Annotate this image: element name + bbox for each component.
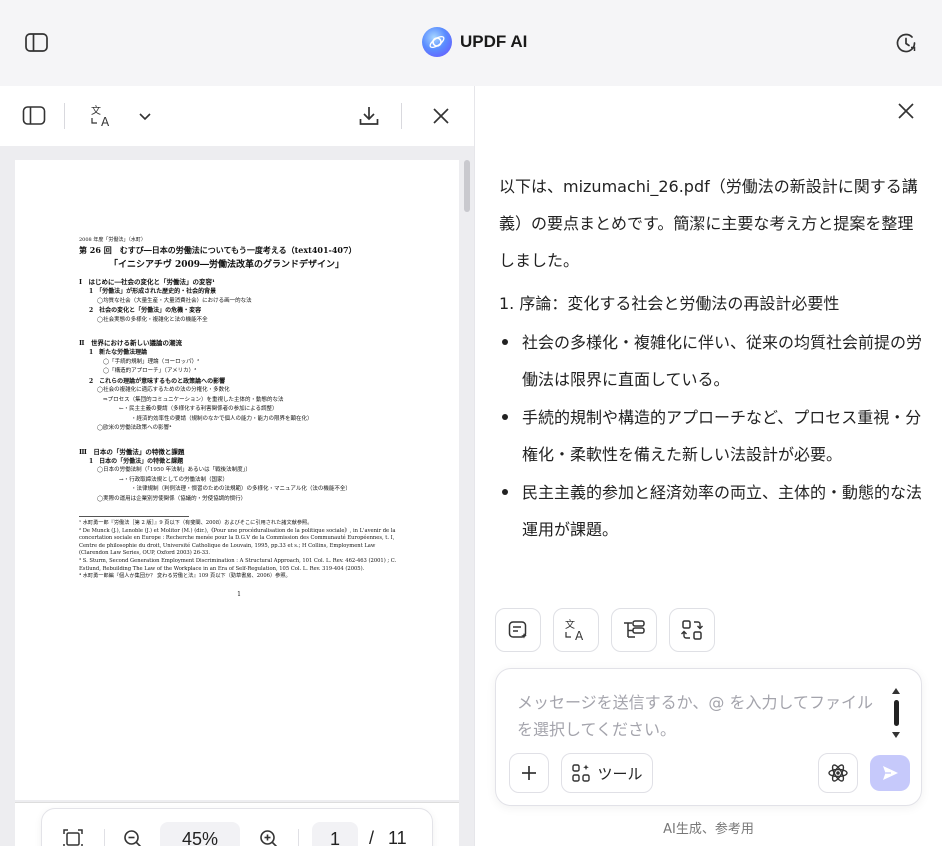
- svg-text:A: A: [575, 629, 584, 642]
- chevron-down-icon[interactable]: [138, 104, 152, 128]
- doc-line: 1 日本の「労働法」の特徴と課題: [89, 457, 184, 465]
- doc-line: ◯社会実態の多様化・複雑化と法の機能不全: [97, 316, 208, 323]
- translate-icon[interactable]: 文A: [90, 104, 114, 128]
- fit-page-icon[interactable]: [60, 826, 86, 846]
- vertical-scrollbar[interactable]: [464, 160, 470, 212]
- doc-footnotes: ¹ 水町勇一郎『労働法［第 2 版］』9 頁以下（有斐閣、2008）およびそこに…: [79, 520, 399, 581]
- toolbar-divider: [64, 103, 65, 129]
- ai-model-button[interactable]: [818, 753, 858, 793]
- doc-line: ◯社会の複雑化に適応するための法の分権化・多数化: [97, 387, 230, 393]
- doc-sections: Ⅰ はじめに―社会の変化と「労働法」の変容¹ 1 「労働法」が形成された歴史的・社…: [79, 277, 399, 504]
- svg-text:文: 文: [91, 104, 101, 117]
- doc-line: ◯「構造的アプローチ」（アメリカ）³: [103, 368, 197, 374]
- translate-button[interactable]: 文A: [553, 608, 599, 652]
- chat-input-box: メッセージを送信するか、@ を入力してファイルを選択してください。 ツール: [495, 668, 922, 806]
- doc-footnote: ² De Munck (J.), Lenoble (J.) et Molitor…: [79, 527, 396, 557]
- doc-line: 1 「労働法」が形成された歴史的・社会的背景: [89, 288, 217, 295]
- doc-line: ◯均質な社会（大量生産・大量消費社会）における画一的な法: [97, 297, 252, 304]
- doc-line: ←・民主主義の要請（多様化する利害関係者の参加による調整）: [119, 406, 278, 412]
- updf-ai-logo-icon: [422, 27, 452, 57]
- doc-lecture-title: 第 26 回 むすび―日本の労働法についてもう一度考える（text401-407…: [79, 245, 357, 255]
- ai-chat-panel: 以下は、mizumachi_26.pdf（労働法の新設計に関する講義）の要点まと…: [475, 86, 942, 846]
- outline-button[interactable]: [611, 608, 657, 652]
- doc-line: ◯日本の労働法制（「1950 年法制」あるいは「戦後法制度」）: [97, 467, 251, 473]
- tools-icon: [572, 764, 591, 782]
- doc-line: ⇒プロセス（集団的コミュニケーション）を重視した主体的・動態的な法: [103, 396, 284, 403]
- quick-actions: 文A: [495, 608, 715, 652]
- response-bullet-list: 社会の多様化・複雑化に伴い、従来の均質社会前提の労働法は限界に直面している。 手…: [499, 324, 927, 548]
- doc-line: Ⅱ 世界における新しい議論の潮流: [79, 339, 182, 347]
- doc-page-number: 1: [237, 590, 241, 598]
- doc-subtitle: 「イニシアチヴ 2009―労働法改革のグランドデザイン」: [109, 260, 345, 270]
- title-bar: UPDF AI: [0, 0, 942, 86]
- thumbnail-panel-icon[interactable]: [22, 104, 46, 128]
- outline-icon: [624, 620, 645, 638]
- app-title: UPDF AI: [460, 32, 528, 51]
- pdf-toolbar: 文A: [0, 86, 474, 146]
- footnote-divider: [79, 516, 189, 517]
- svg-text:文: 文: [565, 618, 575, 631]
- plus-icon: [522, 766, 536, 780]
- doc-line: ・法律規制（判例法理・慣習のための法規範）の多様化・マニュアル化（法の機能不全）: [131, 486, 351, 492]
- response-bullet: 民主主義的参加と経済効率の両立、主体的・動態的な法運用が課題。: [499, 474, 927, 548]
- tools-button[interactable]: ツール: [561, 753, 653, 793]
- summary-sparkle-icon: [508, 621, 527, 639]
- doc-footnote: ¹ 水町勇一郎『労働法［第 2 版］』9 頁以下（有斐閣、2008）およびそこに…: [79, 520, 313, 526]
- doc-line: 2 これらの理論が意味するものと政策論への影響: [89, 377, 226, 385]
- zoom-level[interactable]: 45%: [160, 822, 240, 846]
- close-pdf-icon[interactable]: [431, 104, 451, 128]
- zoom-out-icon[interactable]: [120, 826, 146, 846]
- doc-line: Ⅰ はじめに―社会の変化と「労働法」の変容¹: [79, 278, 215, 286]
- pdf-viewer[interactable]: 2008 年度「労働法」（水町） 第 26 回 むすび―日本の労働法についてもう…: [0, 146, 474, 846]
- current-page-input[interactable]: 1: [312, 822, 358, 846]
- download-icon[interactable]: [357, 104, 381, 128]
- pdf-page: 2008 年度「労働法」（水町） 第 26 回 むすび―日本の労働法についてもう…: [15, 160, 459, 800]
- atom-icon: [828, 764, 848, 782]
- toggle-sidebar-icon[interactable]: [24, 31, 50, 55]
- doc-line: ◯「手続的規制」理論（ヨーロッパ）²: [103, 358, 200, 365]
- zoom-divider: [104, 829, 105, 846]
- convert-button[interactable]: [669, 608, 715, 652]
- zoom-toolbar: 45% 1 / 11: [41, 808, 433, 846]
- message-input[interactable]: メッセージを送信するか、@ を入力してファイルを選択してください。: [517, 689, 877, 743]
- response-intro: 以下は、mizumachi_26.pdf（労働法の新設計に関する講義）の要点まと…: [499, 177, 918, 270]
- svg-text:A: A: [101, 115, 110, 128]
- doc-line: →・行政取締法規としての労働法制（国家）: [119, 476, 228, 483]
- convert-icon: [681, 620, 703, 640]
- doc-line: ◯欧米の労働法政策への影響⁴: [97, 425, 172, 431]
- history-icon[interactable]: [894, 31, 918, 55]
- summarize-button[interactable]: [495, 608, 541, 652]
- add-attachment-button[interactable]: [509, 753, 549, 793]
- doc-line: 2 社会の変化と「労働法」の危機・変容: [89, 307, 202, 314]
- ai-disclaimer: AI生成、参考用: [663, 822, 754, 837]
- resize-handle-icon[interactable]: [890, 687, 902, 739]
- doc-line: ・経済的効率性の要請（規制のなかで個人の能力・能力の限界を顕在化）: [131, 415, 313, 422]
- doc-footnote: ³ S. Sturm, Second Generation Employment…: [79, 557, 397, 572]
- response-section-heading: 1. 序論：変化する社会と労働法の再設計必要性: [499, 294, 840, 313]
- toolbar-divider: [401, 103, 402, 129]
- pdf-panel: 文A 2008 年度「労働法」（水町） 第 26 回 むすび―日本の労働法につい…: [0, 86, 475, 846]
- tools-label: ツール: [597, 764, 643, 783]
- response-bullet: 手続的規制や構造的アプローチなど、プロセス重視・分権化・柔軟性を備えた新しい法設…: [499, 399, 927, 473]
- doc-line: 1 新たな労働法理論: [89, 349, 148, 356]
- zoom-divider: [298, 829, 299, 846]
- zoom-in-icon[interactable]: [256, 826, 282, 846]
- translate-icon: 文A: [565, 618, 584, 642]
- total-pages: 11: [388, 828, 407, 846]
- ai-response: 以下は、mizumachi_26.pdf（労働法の新設計に関する講義）の要点まと…: [499, 168, 927, 549]
- page-separator: /: [369, 828, 375, 846]
- doc-line: Ⅲ 日本の「労働法」の特徴と課題: [79, 447, 185, 456]
- brand: UPDF AI: [422, 26, 527, 58]
- pdf-page-content: 2008 年度「労働法」（水町） 第 26 回 むすび―日本の労働法についてもう…: [79, 236, 399, 598]
- close-chat-icon[interactable]: [895, 100, 917, 122]
- doc-meta: 2008 年度「労働法」（水町）: [79, 237, 146, 243]
- response-bullet: 社会の多様化・複雑化に伴い、従来の均質社会前提の労働法は限界に直面している。: [499, 324, 927, 398]
- doc-line: ◯実際の運用は企業別労使関係（協議的・労使協調的慣行）: [97, 495, 247, 502]
- send-icon: [883, 766, 898, 780]
- doc-footnote: ⁴ 水町勇一郎編『個人か集団か？ 変わる労働と法』109 頁以下（勁草書房、20…: [79, 573, 291, 580]
- send-button[interactable]: [870, 755, 910, 791]
